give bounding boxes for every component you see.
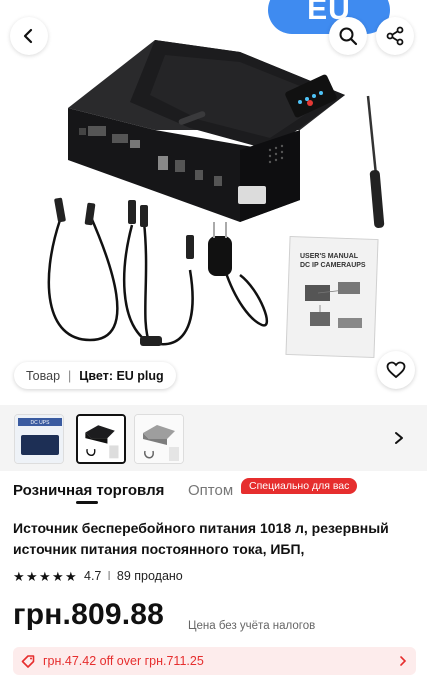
thumbnail-strip: DC UPS [0, 405, 427, 471]
product-title: Источник бесперебойного питания 1018 л, … [13, 520, 389, 557]
star-icon: ★ [52, 568, 64, 584]
star-icon: ★ [39, 568, 51, 584]
price-tax-note: Цена без учёта налогов [188, 620, 316, 632]
variant-selector[interactable]: Товар | Цвет: EU plug [14, 362, 176, 389]
product-price: грн.809.88 [13, 598, 165, 631]
thumbnail-1-image: DC UPS [15, 415, 63, 463]
tab-wholesale[interactable]: Оптом [188, 482, 233, 499]
thumbnail-2[interactable] [76, 414, 126, 464]
back-button[interactable] [10, 17, 48, 55]
share-button[interactable] [376, 17, 414, 55]
thumbnails-next-button[interactable] [390, 429, 408, 447]
svg-text:DC UPS: DC UPS [31, 420, 51, 426]
rating-row[interactable]: ★ ★ ★ ★ ★ 4.7 I 89 продано [13, 567, 183, 585]
thumbnail-2-image [78, 416, 124, 462]
heart-icon [386, 361, 406, 379]
tab-retail[interactable]: Розничная торговля [13, 482, 164, 499]
thumbnail-3[interactable] [134, 414, 184, 464]
product-hero: USER'S MANUAL DC IP CAMERAUPS EU Товар |… [0, 0, 427, 400]
special-offer-badge: Специально для вас [241, 478, 358, 494]
rating-stars: ★ ★ ★ ★ ★ [13, 570, 78, 583]
search-icon [339, 27, 358, 46]
coupon-banner[interactable]: грн.47.42 off over грн.711.25 [13, 647, 416, 675]
eu-badge: EU [268, 0, 390, 34]
manual-title-line2: DC IP CAMERAUPS [300, 262, 366, 269]
variant-label: Товар [26, 368, 61, 383]
wishlist-button[interactable] [377, 351, 415, 389]
share-icon [386, 26, 404, 46]
rating-value: 4.7 [84, 569, 102, 583]
thumbnail-1[interactable]: DC UPS [14, 414, 64, 464]
coupon-text: грн.47.42 off over грн.711.25 [43, 654, 204, 668]
rating-divider: I [107, 569, 111, 583]
purchase-type-tabs: Розничная торговля Оптом Специально для … [0, 474, 427, 504]
variant-separator: | [68, 368, 72, 383]
variant-value: Цвет: EU plug [79, 368, 164, 383]
product-image[interactable]: USER'S MANUAL DC IP CAMERAUPS [0, 0, 427, 400]
search-button[interactable] [329, 17, 367, 55]
tag-icon [21, 654, 35, 668]
star-half-icon: ★ [65, 568, 77, 584]
chevron-right-icon [395, 432, 403, 444]
manual-title-line1: USER'S MANUAL [300, 253, 359, 260]
tab-active-indicator [76, 501, 98, 504]
chevron-right-icon [398, 655, 408, 667]
star-icon: ★ [26, 568, 38, 584]
star-icon: ★ [13, 568, 25, 584]
sold-count: 89 продано [116, 569, 183, 583]
thumbnail-3-image [135, 415, 183, 463]
chevron-left-icon [23, 28, 33, 44]
